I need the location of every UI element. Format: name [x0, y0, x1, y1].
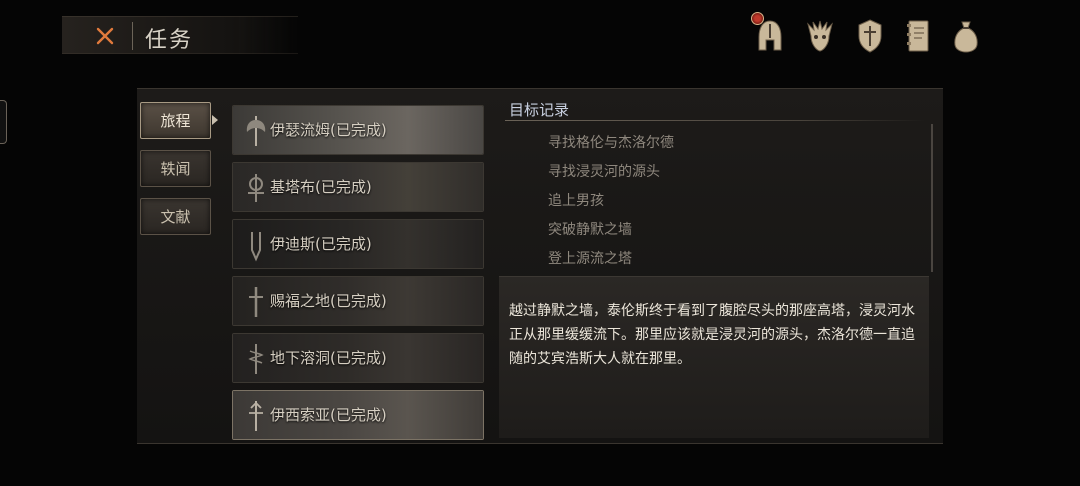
quest-label: 伊瑟流姆(已完成)	[270, 121, 387, 139]
ornate-emblem-icon	[248, 174, 264, 202]
quest-item[interactable]: 伊瑟流姆(已完成)	[232, 105, 484, 155]
dagger-emblem-icon	[249, 401, 263, 431]
page-title: 任务	[145, 28, 194, 53]
tab-anecdotes-label: 轶闻	[160, 160, 191, 178]
quest-label: 伊西索亚(已完成)	[270, 406, 387, 424]
close-icon	[96, 27, 114, 45]
objective-item: 寻找浸灵河的源头	[548, 164, 660, 180]
tab-documents[interactable]: 文献	[140, 198, 211, 235]
quest-item[interactable]: 地下溶洞(已完成)	[232, 333, 484, 383]
quest-item[interactable]: 伊迪斯(已完成)	[232, 219, 484, 269]
beast-button[interactable]	[805, 18, 835, 54]
pouch-button[interactable]	[951, 18, 981, 54]
tab-journey[interactable]: 旅程	[140, 102, 211, 139]
serpent-staff-icon	[248, 344, 264, 374]
pouch-icon	[954, 21, 978, 53]
beast-skull-icon	[807, 20, 833, 52]
objective-item: 登上源流之塔	[548, 251, 632, 267]
quest-label: 地下溶洞(已完成)	[270, 349, 387, 367]
tab-anecdotes[interactable]: 轶闻	[140, 150, 211, 187]
tab-documents-label: 文献	[160, 208, 191, 226]
tab-journey-label: 旅程	[160, 112, 191, 130]
quest-label: 伊迪斯(已完成)	[270, 235, 372, 253]
quest-item[interactable]: 赐福之地(已完成)	[232, 276, 484, 326]
journal-button[interactable]	[903, 18, 933, 54]
header-divider	[132, 22, 133, 50]
journal-icon	[907, 20, 929, 52]
objectives-divider	[505, 120, 925, 121]
quest-item[interactable]: 基塔布(已完成)	[232, 162, 484, 212]
objective-item: 突破静默之墙	[548, 222, 632, 238]
axe-emblem-icon	[246, 116, 266, 146]
quest-item-selected[interactable]: 伊西索亚(已完成)	[232, 390, 484, 440]
notification-badge	[751, 12, 764, 25]
objective-item: 寻找格伦与杰洛尔德	[548, 135, 674, 151]
quest-description: 越过静默之墙，泰伦斯终于看到了腹腔尽头的那座高塔，浸灵河水正从那里缓缓流下。那里…	[509, 303, 915, 367]
left-edge-handle[interactable]	[0, 100, 7, 144]
stake-emblem-icon	[251, 232, 261, 262]
objective-item: 追上男孩	[548, 193, 604, 209]
objectives-title: 目标记录	[509, 101, 570, 119]
quest-label: 赐福之地(已完成)	[270, 292, 387, 310]
shield-button[interactable]	[855, 18, 885, 54]
objectives-scrollbar[interactable]	[931, 124, 933, 272]
shield-icon	[858, 19, 882, 53]
quest-label: 基塔布(已完成)	[270, 178, 372, 196]
active-tab-arrow-icon	[212, 115, 218, 125]
close-button[interactable]	[88, 21, 122, 51]
sword-emblem-icon	[249, 287, 263, 317]
